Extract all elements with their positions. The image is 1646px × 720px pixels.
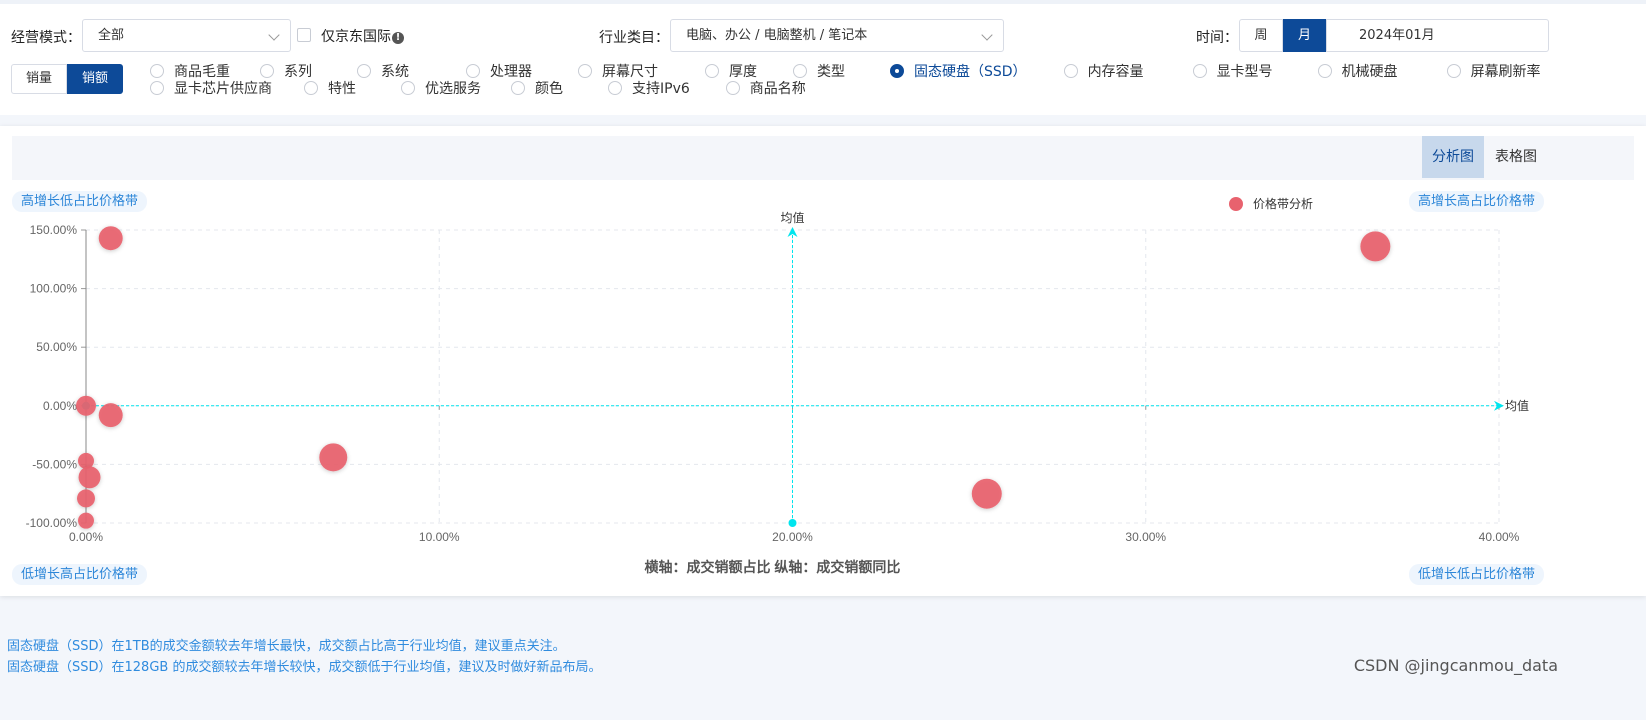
dimension-radio-row-2: 显卡芯片供应商 特性 优选服务 颜色 支持IPv6 商品名称 <box>150 78 806 98</box>
dimension-radio[interactable]: 显卡型号 <box>1192 61 1273 81</box>
dimension-radio-label: 特性 <box>328 81 356 97</box>
time-month-button[interactable]: 月 <box>1283 19 1326 52</box>
info-circle-icon[interactable]: ! <box>392 32 404 44</box>
jd-intl-checkbox[interactable] <box>297 28 311 42</box>
dimension-radio-label: 内存容量 <box>1087 64 1144 80</box>
y-tick-label: 0.00% <box>43 399 77 413</box>
industry-select[interactable]: 电脑、办公 / 电脑整机 / 笔记本 <box>670 19 1004 52</box>
dimension-radio[interactable]: 内存容量 <box>1063 61 1144 81</box>
dimension-radio[interactable]: 屏幕刷新率 <box>1446 61 1541 81</box>
data-point <box>98 403 123 428</box>
dimension-radio[interactable]: 颜色 <box>511 78 563 98</box>
chevron-down-icon <box>268 29 280 41</box>
y-tick-label: -100.00% <box>26 516 78 530</box>
dimension-radio-label: 商品名称 <box>749 81 806 97</box>
dimension-radio[interactable]: 显卡芯片供应商 <box>150 78 272 98</box>
data-point <box>76 395 96 416</box>
industry-value: 电脑、办公 / 电脑整机 / 笔记本 <box>686 28 868 43</box>
radio-circle-icon <box>608 81 622 95</box>
metric-amount-button[interactable]: 销额 <box>67 64 123 94</box>
business-mode-value: 全部 <box>98 28 125 43</box>
dimension-radio-label: 机械硬盘 <box>1341 64 1398 80</box>
jd-intl-label: 仅京东国际! <box>321 26 404 46</box>
mean-line-label: 均值 <box>1505 398 1529 413</box>
radio-circle-icon <box>1063 64 1078 78</box>
mean-line-label: 均值 <box>780 210 804 225</box>
axis-caption: 横轴：成交销额占比 纵轴：成交销额同比 <box>645 559 901 575</box>
filter-panel: 经营模式： 全部 仅京东国际! 行业类目： 电脑、办公 / 电脑整机 / 笔记本… <box>0 0 1646 115</box>
metric-volume-button[interactable]: 销量 <box>11 64 67 94</box>
industry-label: 行业类目： <box>599 30 669 46</box>
y-tick-label: 150.00% <box>30 223 78 237</box>
x-tick-label: 30.00% <box>1125 530 1166 544</box>
dimension-radio-label: 颜色 <box>535 81 563 97</box>
radio-circle-icon <box>150 81 164 95</box>
y-tick-label: -50.00% <box>32 457 77 471</box>
insight-note: 固态硬盘（SSD）在128GB 的成交额较去年增长较快，成交额低于行业均值，建议… <box>7 660 602 675</box>
dimension-radio[interactable]: 固态硬盘（SSD） <box>890 61 1027 81</box>
watermark: CSDN @jingcanmou_data <box>1353 656 1558 675</box>
data-point <box>319 443 348 472</box>
business-mode-label: 经营模式： <box>11 30 81 46</box>
date-picker[interactable]: 2024年01月 <box>1326 19 1549 52</box>
insight-notes: 固态硬盘（SSD）在1TB的成交金额较去年增长最快，成交额占比高于行业均值，建议… <box>7 636 601 678</box>
dimension-radio-label: 屏幕刷新率 <box>1470 64 1541 80</box>
x-tick-label: 0.00% <box>69 530 103 544</box>
chart-card: 分析图 表格图 高增长低占比价格带 高增长高占比价格带 低增长高占比价格带 低增… <box>0 126 1646 596</box>
dimension-radio-label: 固态硬盘（SSD） <box>914 64 1027 80</box>
time-label: 时间： <box>1196 30 1238 46</box>
radio-circle-icon <box>793 64 807 78</box>
dimension-radio[interactable]: 机械硬盘 <box>1317 61 1398 81</box>
dimension-radio-label: 支持IPv6 <box>632 81 690 97</box>
dimension-radio-label: 显卡芯片供应商 <box>174 81 272 97</box>
dimension-radio[interactable]: 优选服务 <box>401 78 481 98</box>
data-point <box>78 466 101 489</box>
data-point <box>77 489 95 508</box>
x-tick-label: 20.00% <box>772 530 813 544</box>
insight-note: 固态硬盘（SSD）在1TB的成交金额较去年增长最快，成交额占比高于行业均值，建议… <box>7 639 566 654</box>
radio-circle-icon <box>401 81 415 95</box>
dimension-radio[interactable]: 商品名称 <box>725 78 806 98</box>
y-tick-label: 50.00% <box>36 340 77 354</box>
data-point <box>98 226 123 251</box>
dimension-radio-label: 显卡型号 <box>1216 64 1273 80</box>
dimension-radio[interactable]: 支持IPv6 <box>608 78 690 98</box>
mean-line-start-dot <box>788 519 797 527</box>
data-point <box>78 512 94 529</box>
radio-circle-icon <box>304 81 318 95</box>
radio-circle-icon <box>150 64 164 78</box>
scatter-chart: 150.00% 100.00% 50.00% 0.00% -50.00% -100.00%… <box>26 196 1529 575</box>
radio-circle-icon <box>1446 64 1461 78</box>
data-point <box>1360 231 1391 262</box>
data-point <box>78 452 94 469</box>
radio-circle-icon <box>705 64 719 78</box>
data-point <box>971 478 1002 509</box>
x-tick-label: 10.00% <box>419 530 460 544</box>
radio-circle-icon <box>260 64 274 78</box>
radio-circle-icon <box>578 64 592 78</box>
dimension-radio[interactable]: 特性 <box>304 78 356 98</box>
radio-circle-icon <box>890 64 904 78</box>
legend-label: 价格带分析 <box>1253 196 1313 211</box>
radio-circle-icon <box>357 64 371 78</box>
radio-circle-icon <box>725 81 740 95</box>
legend-marker <box>1229 197 1243 211</box>
x-tick-label: 40.00% <box>1479 530 1520 544</box>
radio-circle-icon <box>466 64 480 78</box>
dimension-radio-label: 类型 <box>817 64 845 80</box>
business-mode-select[interactable]: 全部 <box>82 19 291 52</box>
radio-circle-icon <box>1317 64 1332 78</box>
y-tick-label: 100.00% <box>30 282 78 296</box>
chevron-down-icon <box>981 29 993 41</box>
dimension-radio-label: 优选服务 <box>425 81 481 97</box>
radio-circle-icon <box>1192 64 1207 78</box>
radio-circle-icon <box>511 81 525 95</box>
time-week-button[interactable]: 周 <box>1239 19 1283 52</box>
